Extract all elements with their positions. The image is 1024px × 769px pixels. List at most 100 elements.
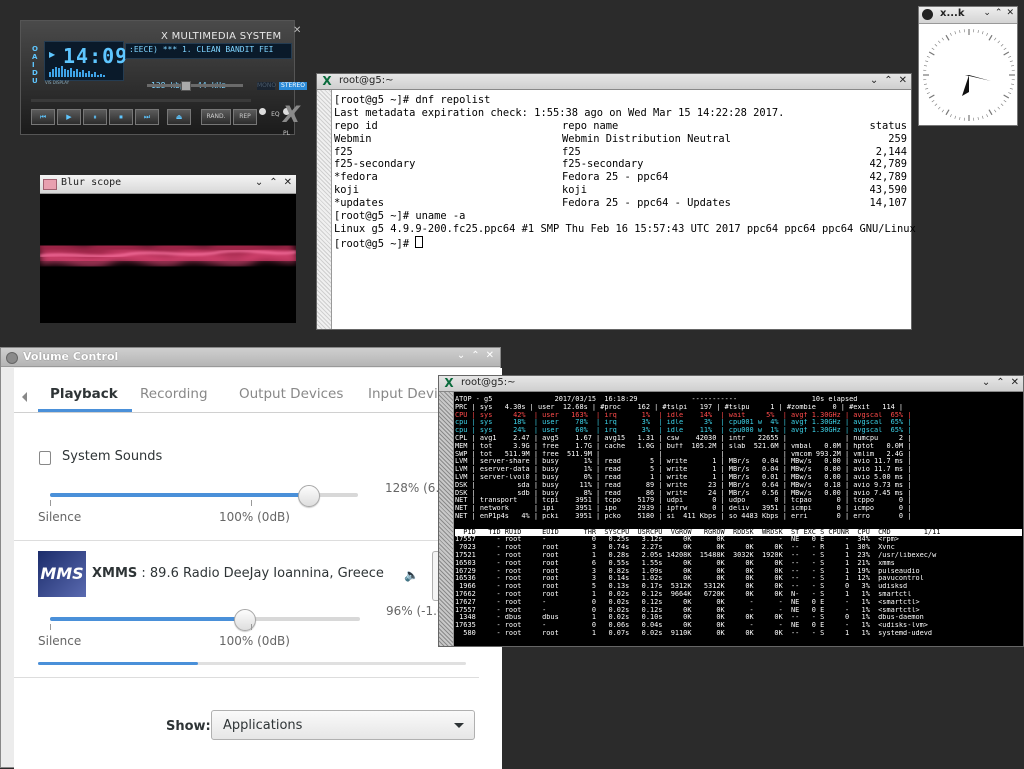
clock-tick bbox=[924, 65, 927, 66]
xmms-time-display[interactable]: ▶ 14:09 bbox=[44, 41, 124, 81]
show-filter-value: Applications bbox=[223, 718, 302, 733]
close-icon[interactable]: ✕ bbox=[899, 75, 907, 86]
tab-input-devices[interactable]: Input Devic bbox=[368, 386, 445, 402]
clock-tick bbox=[1001, 44, 1003, 46]
cursor bbox=[415, 236, 423, 248]
terminal-line: SWP | tot 511.9M | free 511.9M | | | | v… bbox=[455, 451, 1022, 459]
terminal-line bbox=[455, 521, 1022, 529]
terminal-line: cpu | sys 18% | user 78% | irq 3% | idle… bbox=[455, 419, 1022, 427]
next-button[interactable]: ⏭ bbox=[135, 109, 159, 125]
song-title: :EECE) *** 1. CLEAN BANDIT FEI bbox=[129, 45, 274, 54]
minimize-icon[interactable]: ⌄ bbox=[983, 8, 991, 18]
terminal-line: NET | enP1p4s 4% | pcki 3951 | pcko 5180… bbox=[455, 513, 1022, 521]
show-filter-dropdown[interactable]: Applications bbox=[211, 710, 475, 740]
window-buttons: ⌄ ⌃ ✕ bbox=[457, 350, 494, 361]
volume-control-window[interactable]: Volume Control ⌄ ⌃ ✕ Playback Recording … bbox=[0, 347, 501, 768]
title-bar[interactable]: X root@g5:~ ⌄ ⌃ ✕ bbox=[317, 74, 911, 90]
clock-tick bbox=[1004, 95, 1009, 98]
clock-tick bbox=[1011, 65, 1014, 66]
xclock-window[interactable]: x...k ⌄ ⌃ ✕ bbox=[918, 6, 1018, 126]
terminal-window-atop[interactable]: X root@g5:~ ⌄ ⌃ ✕ ATOP - g5 2017/03/15 1… bbox=[438, 375, 1024, 647]
terminal-window-repolist[interactable]: X root@g5:~ ⌄ ⌃ ✕ [root@g5 ~]# dnf repol… bbox=[316, 73, 912, 330]
terminal-line: 17627 - root - 0 0.02s 0.12s 0K 0K - - N… bbox=[455, 599, 1022, 607]
atop-header-line: ATOP - g5 2017/03/15 16:18:29 ----------… bbox=[455, 396, 1022, 404]
minimize-icon[interactable]: ⌄ bbox=[457, 350, 465, 361]
scope-visualization bbox=[40, 194, 296, 323]
clock-tick bbox=[925, 88, 928, 89]
window-title: Volume Control bbox=[23, 350, 118, 363]
terminal-line: cpu | sys 24% | user 60% | irq 3% | idle… bbox=[455, 427, 1022, 435]
scrollbar[interactable] bbox=[439, 392, 454, 646]
clock-tick bbox=[927, 56, 930, 57]
terminal-line: 17662 - root root 1 0.02s 0.12s 9664K 67… bbox=[455, 591, 1022, 599]
eq-toggle[interactable]: EQ bbox=[259, 101, 280, 120]
volume-knob[interactable] bbox=[181, 81, 191, 91]
silence-label: Silence bbox=[38, 634, 81, 648]
close-icon[interactable]: ✕ bbox=[293, 25, 301, 36]
stop-button[interactable]: ⏹ bbox=[109, 109, 133, 125]
pause-button[interactable]: ⏸ bbox=[83, 109, 107, 125]
maximize-icon[interactable]: ⌃ bbox=[884, 75, 892, 86]
xmms-volume-knob[interactable] bbox=[234, 609, 256, 631]
terminal-line: LVM | eserver-data | busy 1% | read 5 | … bbox=[455, 466, 1022, 474]
clock-tick bbox=[1001, 104, 1003, 106]
hundred-percent-label: 100% (0dB) bbox=[219, 634, 290, 648]
hour-hand bbox=[962, 75, 969, 96]
minimize-icon[interactable]: ⌄ bbox=[982, 377, 990, 388]
close-icon[interactable]: ✕ bbox=[486, 350, 494, 361]
close-icon[interactable]: ✕ bbox=[1006, 8, 1014, 18]
tab-output-devices[interactable]: Output Devices bbox=[239, 386, 343, 402]
title-bar[interactable]: Blur scope ⌄ ⌃ ✕ bbox=[40, 175, 296, 194]
title-bar[interactable]: X root@g5:~ ⌄ ⌃ ✕ bbox=[439, 376, 1023, 392]
title-bar[interactable]: Volume Control ⌄ ⌃ ✕ bbox=[1, 348, 500, 367]
seek-bar[interactable] bbox=[31, 99, 251, 102]
table-row: f25-secondaryf25-secondary42,789 bbox=[334, 158, 909, 171]
tab-scroll-left-icon[interactable] bbox=[22, 392, 27, 402]
scrollbar[interactable] bbox=[317, 90, 332, 329]
clock-tick bbox=[1010, 88, 1013, 89]
previous-button[interactable]: ⏮ bbox=[31, 109, 55, 125]
repeat-button[interactable]: REP bbox=[233, 109, 257, 125]
window-buttons: ⌄ ⌃ ✕ bbox=[983, 8, 1014, 18]
title-bar[interactable]: x...k ⌄ ⌃ ✕ bbox=[919, 7, 1017, 24]
terminal-line: 16729 - root root 3 0.82s 1.09s 0K 0K 0K… bbox=[455, 568, 1022, 576]
atop-output[interactable]: ATOP - g5 2017/03/15 16:18:29 ----------… bbox=[455, 396, 1022, 645]
maximize-icon[interactable]: ⌃ bbox=[995, 8, 1003, 18]
random-button[interactable]: RAND. bbox=[201, 109, 231, 125]
blur-scope-window[interactable]: Blur scope ⌄ ⌃ ✕ bbox=[40, 175, 296, 323]
clock-app-icon bbox=[922, 9, 933, 20]
xmms-button-row: ⏮ ▶ ⏸ ⏹ ⏭ ⏏ RAND. REP bbox=[31, 109, 257, 125]
maximize-icon[interactable]: ⌃ bbox=[269, 177, 277, 188]
terminal-line: LVM | server-share | busy 1% | read 5 | … bbox=[455, 458, 1022, 466]
clock-tick bbox=[955, 31, 956, 34]
clock-tick bbox=[942, 110, 944, 112]
eject-button[interactable]: ⏏ bbox=[167, 109, 191, 125]
stereo-indicator: STEREO bbox=[279, 82, 307, 90]
terminal-output[interactable]: [root@g5 ~]# dnf repolist Last metadata … bbox=[334, 94, 909, 327]
song-title-scroller[interactable]: :EECE) *** 1. CLEAN BANDIT FEI bbox=[125, 43, 292, 59]
tab-playback[interactable]: Playback bbox=[50, 386, 118, 402]
close-icon[interactable]: ✕ bbox=[284, 177, 292, 188]
close-icon[interactable]: ✕ bbox=[1011, 377, 1019, 388]
maximize-icon[interactable]: ⌃ bbox=[471, 350, 479, 361]
show-label: Show: bbox=[166, 719, 211, 734]
minimize-icon[interactable]: ⌄ bbox=[870, 75, 878, 86]
clock-tick bbox=[946, 110, 949, 115]
maximize-icon[interactable]: ⌃ bbox=[996, 377, 1004, 388]
clock-tick bbox=[950, 114, 951, 117]
xmms-player-window[interactable]: X MULTIMEDIA SYSTEM ✕ O A I D U ▶ 14:09 … bbox=[20, 20, 295, 135]
xmms-volume-slider[interactable] bbox=[50, 617, 360, 621]
system-sounds-volume-knob[interactable] bbox=[298, 485, 320, 507]
terminal-line: LVM | server-lvol0 | busy 0% | read 1 | … bbox=[455, 474, 1022, 482]
play-indicator-icon: ▶ bbox=[49, 50, 55, 59]
terminal-line: NET | transport | tcpi 3951 | tcpo 5179 … bbox=[455, 497, 1022, 505]
window-icon bbox=[43, 179, 57, 190]
stream-label: XMMS : 89.6 Radio DeeJay Ioannina, Greec… bbox=[92, 566, 384, 581]
window-buttons: ⌄ ⌃ ✕ bbox=[870, 75, 907, 86]
minimize-icon[interactable]: ⌄ bbox=[255, 177, 263, 188]
mute-speaker-icon[interactable]: 🔈 bbox=[404, 568, 420, 580]
balance-slider[interactable] bbox=[211, 84, 243, 87]
play-button[interactable]: ▶ bbox=[57, 109, 81, 125]
tab-recording[interactable]: Recording bbox=[140, 386, 208, 402]
window-title: root@g5:~ bbox=[461, 377, 516, 388]
